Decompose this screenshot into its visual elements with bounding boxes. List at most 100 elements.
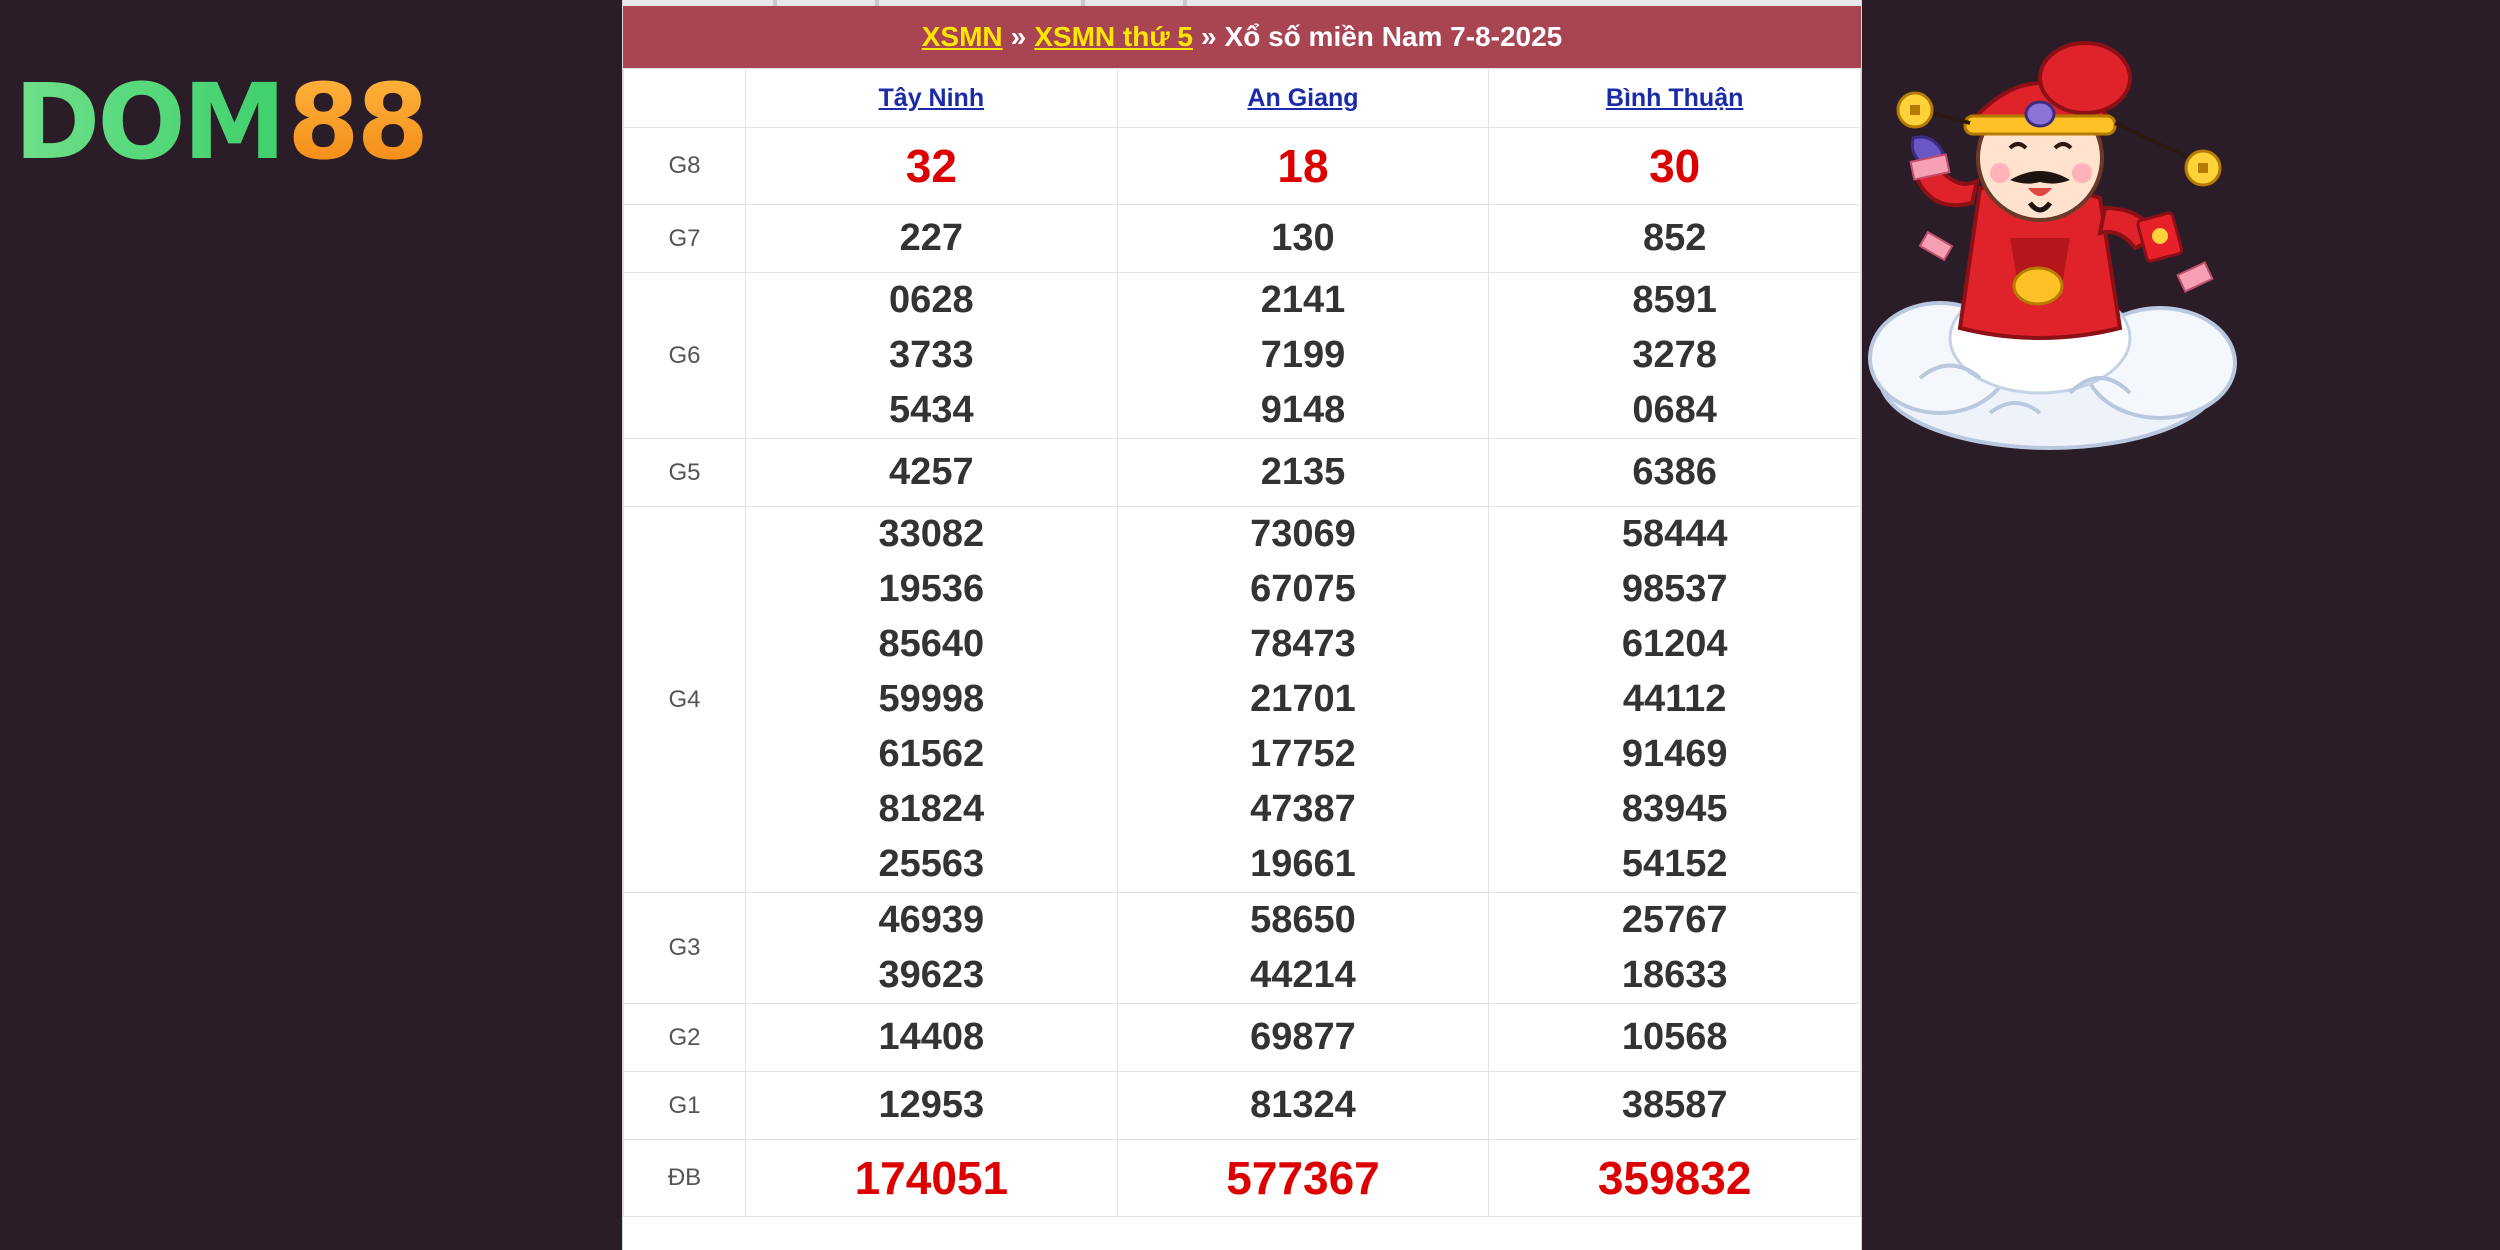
prize-cell: 30: [1488, 127, 1861, 205]
prize-cell: 12953: [745, 1071, 1118, 1140]
lottery-results-panel: XSMN » XSMN thứ 5 » Xổ số miền Nam 7-8-2…: [622, 0, 1862, 1250]
prize-number: 83945: [1621, 788, 1728, 830]
prize-cell: 130: [1116, 204, 1490, 273]
province-header: Bình Thuận: [1488, 68, 1861, 128]
prize-number: 58650: [1250, 899, 1356, 941]
prize-label: G5: [623, 438, 746, 507]
prize-label: ĐB: [623, 1139, 746, 1217]
prize-number: 12953: [878, 1084, 985, 1126]
prize-number: 17752: [1250, 733, 1356, 775]
prize-number: 85640: [878, 623, 985, 665]
province-header: An Giang: [1116, 68, 1490, 128]
prize-number: 174051: [854, 1151, 1009, 1204]
prize-cell: 174051: [745, 1139, 1118, 1217]
prize-number: 91469: [1621, 733, 1728, 775]
prize-number: 98537: [1621, 568, 1728, 610]
prize-cell: 4257: [745, 438, 1118, 507]
prize-number: 2135: [1260, 451, 1346, 493]
province-header-row: Tây Ninh An Giang Bình Thuận: [623, 68, 1861, 128]
prize-number: 18633: [1621, 954, 1728, 996]
prize-number: 59998: [878, 678, 985, 720]
prize-number: 44112: [1622, 678, 1727, 720]
prize-row: G6 0628 3733 5434 2141 7199 9148 8591 3278 0684: [623, 272, 1861, 439]
prize-label: G3: [623, 892, 746, 1004]
breadcrumb-header: XSMN » XSMN thứ 5 » Xổ số miền Nam 7-8-2…: [623, 6, 1861, 68]
prize-number: 4257: [889, 451, 974, 493]
prize-row: G7 227 130 852: [623, 204, 1861, 273]
prize-cell: 46939 39623: [745, 892, 1118, 1004]
prize-number: 852: [1642, 217, 1707, 259]
prize-number: 8591: [1632, 279, 1717, 321]
province-link-binh-thuan[interactable]: Bình Thuận: [1606, 84, 1743, 112]
prize-label: G6: [623, 272, 746, 439]
prize-number: 33082: [878, 513, 985, 555]
prize-cell: 2141 7199 9148: [1116, 272, 1490, 439]
prize-number: 2141: [1260, 279, 1346, 321]
prize-cell: 32: [745, 127, 1118, 205]
logo-number: 88: [287, 61, 429, 183]
prize-row: ĐB 174051 577367 359832: [623, 1139, 1861, 1217]
prize-number: 577367: [1226, 1151, 1380, 1204]
prize-number: 67075: [1250, 568, 1356, 610]
prize-number: 19536: [878, 568, 985, 610]
prize-number: 0684: [1632, 389, 1717, 431]
prize-number: 38587: [1621, 1084, 1728, 1126]
prize-cell: 577367: [1116, 1139, 1490, 1217]
breadcrumb-link-xsmn[interactable]: XSMN: [922, 21, 1003, 53]
prize-number: 32: [905, 139, 957, 192]
prize-number: 58444: [1621, 513, 1728, 555]
prize-number: 130: [1271, 217, 1335, 259]
dom88-logo: DOM 88: [14, 61, 429, 183]
prize-cell: 227: [745, 204, 1118, 273]
prize-number: 25767: [1621, 899, 1728, 941]
province-header: Tây Ninh: [745, 68, 1118, 128]
prize-cell: 10568: [1488, 1003, 1861, 1072]
results-table: Tây Ninh An Giang Bình Thuận G8 32 18 30 G7 2…: [623, 68, 1861, 1217]
province-link-tay-ninh[interactable]: Tây Ninh: [879, 84, 985, 112]
prize-number: 61562: [878, 733, 985, 775]
prize-cell: 69877: [1116, 1003, 1490, 1072]
prize-cell: 33082 19536 85640 59998 61562 81824 25563: [745, 506, 1118, 893]
results-body: G8 32 18 30 G7 227 130 852 G6 0628 3733 5434 2141 719…: [623, 127, 1861, 1217]
prize-number: 69877: [1250, 1016, 1356, 1058]
prize-cell: 0628 3733 5434: [745, 272, 1118, 439]
prize-number: 39623: [878, 954, 985, 996]
prize-cell: 8591 3278 0684: [1488, 272, 1861, 439]
prize-number: 30: [1649, 139, 1701, 192]
prize-number: 46939: [878, 899, 985, 941]
god-of-wealth-mascot-icon: [1868, 41, 2237, 450]
prize-label: G4: [623, 506, 746, 893]
province-link-an-giang[interactable]: An Giang: [1247, 84, 1358, 112]
prize-number: 73069: [1250, 513, 1356, 555]
breadcrumb-separator: »: [1200, 21, 1217, 52]
prize-cell: 81324: [1116, 1071, 1490, 1140]
prize-number: 227: [899, 217, 964, 259]
prize-cell: 2135: [1116, 438, 1490, 507]
prize-row: G4 33082 19536 85640 59998 61562 81824 25563 730…: [623, 506, 1861, 893]
prize-number: 6386: [1632, 451, 1717, 493]
prize-label: G8: [623, 127, 746, 205]
prize-number: 61204: [1621, 623, 1728, 665]
prize-cell: 38587: [1488, 1071, 1861, 1140]
prize-label: G1: [623, 1071, 746, 1140]
prize-number: 5434: [889, 389, 974, 431]
prize-number: 47387: [1250, 788, 1356, 830]
prize-column-header: [623, 68, 746, 128]
prize-cell: 58650 44214: [1116, 892, 1490, 1004]
prize-row: G3 46939 39623 58650 44214 25767 18633: [623, 892, 1861, 1004]
prize-number: 9148: [1260, 389, 1346, 431]
prize-number: 0628: [889, 279, 974, 321]
prize-cell: 14408: [745, 1003, 1118, 1072]
prize-row: G1 12953 81324 38587: [623, 1071, 1861, 1140]
prize-number: 81824: [878, 788, 985, 830]
prize-row: G5 4257 2135 6386: [623, 438, 1861, 507]
breadcrumb-link-xsmn-thu-5[interactable]: XSMN thứ 5: [1034, 21, 1193, 53]
prize-number: 19661: [1250, 843, 1356, 885]
prize-row: G2 14408 69877 10568: [623, 1003, 1861, 1072]
prize-number: 3278: [1632, 334, 1717, 376]
prize-number: 21701: [1250, 678, 1356, 720]
page: DOM 88 XSMN » XSMN thứ 5 » Xổ số miền Na…: [0, 0, 2500, 1250]
prize-cell: 73069 67075 78473 21701 17752 47387 19661: [1116, 506, 1490, 893]
prize-number: 10568: [1621, 1016, 1728, 1058]
prize-number: 54152: [1621, 843, 1728, 885]
